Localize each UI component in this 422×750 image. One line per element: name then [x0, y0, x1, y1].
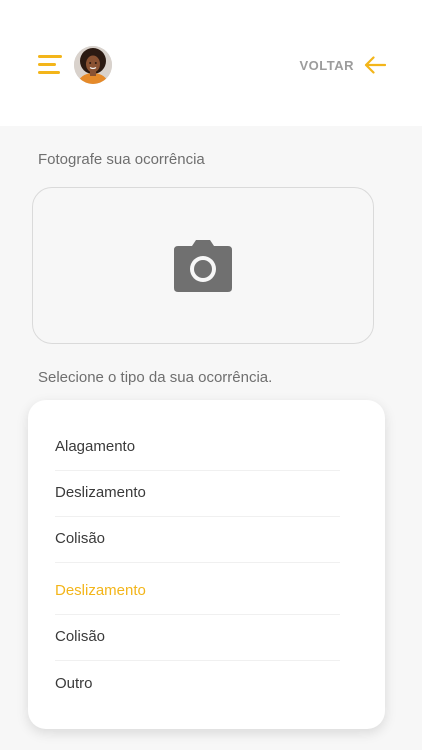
- photo-section-label: Fotografe sua ocorrência: [38, 151, 205, 168]
- option-colisao-2[interactable]: Colisão: [55, 614, 340, 661]
- camera-icon: [174, 239, 232, 292]
- avatar-image: [74, 46, 112, 84]
- back-button-label: VOLTAR: [299, 57, 354, 73]
- option-alagamento[interactable]: Alagamento: [55, 424, 340, 471]
- back-button[interactable]: VOLTAR: [299, 52, 386, 78]
- menu-button[interactable]: [38, 55, 62, 75]
- option-outro[interactable]: Outro: [55, 661, 340, 707]
- menu-icon-line-bottom: [38, 71, 60, 74]
- menu-icon-line-top: [38, 55, 62, 58]
- option-deslizamento-selected[interactable]: Deslizamento: [55, 568, 340, 615]
- arrow-left-icon: [364, 56, 386, 74]
- occurrence-type-list: Alagamento Deslizamento Colisão Deslizam…: [28, 400, 385, 729]
- option-deslizamento[interactable]: Deslizamento: [55, 470, 340, 517]
- option-colisao[interactable]: Colisão: [55, 516, 340, 563]
- menu-icon-line-middle: [38, 63, 56, 66]
- app-header: VOLTAR: [0, 0, 422, 126]
- occurrence-type-label: Selecione o tipo da sua ocorrência.: [38, 369, 273, 386]
- photo-upload-area[interactable]: [32, 187, 374, 344]
- avatar[interactable]: [74, 46, 112, 84]
